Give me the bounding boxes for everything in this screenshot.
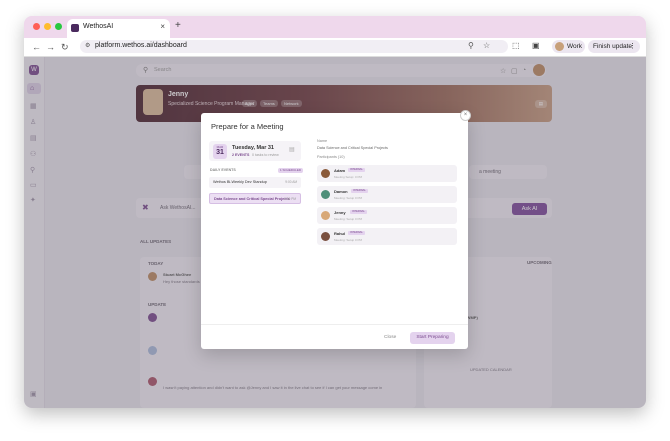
- date-card: MAR 31 Tuesday, Mar 31 2 EVENTS 0 tasks …: [209, 141, 301, 161]
- event-time: 2:00 PM: [284, 197, 296, 201]
- browser-toolbar: ← → ↻ ⚙ platform.wethos.ai/dashboard ⚲ ☆…: [24, 38, 646, 57]
- event-item-selected[interactable]: Data Science and Critical Special Projec…: [209, 193, 301, 204]
- forward-icon[interactable]: →: [46, 41, 55, 53]
- participant-card[interactable]: Damon INTERNAL Meeting: Setup 0 PM: [317, 186, 457, 203]
- more-menu-icon[interactable]: ⋮: [629, 42, 636, 50]
- back-icon[interactable]: ←: [32, 41, 41, 53]
- participant-avatar: [321, 211, 330, 220]
- tab-close-icon[interactable]: ×: [160, 22, 165, 31]
- participant-status: Meeting Setup: 0 PM: [334, 175, 363, 179]
- browser-window: WethosAI × + ← → ↻ ⚙ platform.wethos.ai/…: [24, 16, 646, 408]
- participant-name: Damon: [334, 189, 348, 194]
- side-panel-icon[interactable]: ▣: [532, 41, 540, 50]
- participant-status: Meeting: Setup 0 PM: [334, 217, 363, 221]
- date-badge: MAR 31: [213, 144, 227, 159]
- participant-status: Meeting: Setup 0 PM: [334, 196, 363, 200]
- bookmark-star-icon[interactable]: ☆: [483, 41, 490, 50]
- date-full: Tuesday, Mar 31: [232, 145, 274, 151]
- wethos-favicon-icon: [71, 24, 79, 32]
- calendar-icon[interactable]: ▤: [289, 146, 295, 153]
- profile-button[interactable]: Work: [552, 40, 585, 53]
- prepare-meeting-modal: Prepare for a Meeting × MAR 31 Tuesday, …: [201, 110, 471, 349]
- finish-update-button[interactable]: Finish update ⋮: [588, 40, 640, 53]
- participant-card[interactable]: Adam INTERNAL Meeting Setup: 0 PM: [317, 165, 457, 182]
- event-name: Wethos Bi-Weekly Dev Standup: [213, 180, 267, 184]
- extensions-icon[interactable]: ⬚: [512, 41, 520, 50]
- address-bar[interactable]: ⚙ platform.wethos.ai/dashboard ⚲ ☆: [80, 40, 508, 53]
- events-chip: 1 SCHEDULED: [278, 168, 304, 173]
- tab-title: WethosAI: [83, 23, 114, 30]
- participant-badge: INTERNAL: [350, 210, 367, 214]
- date-events-count: 2 EVENTS: [232, 153, 250, 157]
- minimize-window-button[interactable]: [44, 23, 51, 30]
- new-tab-button[interactable]: +: [175, 20, 181, 31]
- site-settings-icon[interactable]: ⚙: [85, 42, 90, 49]
- app-viewport: W ⌂ ▦ ♙ ▤ ⚇ ⚲ ▭ ✦ ▣ ⚲ Search ☆ ▢ ◔ Jenny…: [24, 57, 646, 408]
- finish-update-label: Finish update: [593, 43, 633, 50]
- url-text: platform.wethos.ai/dashboard: [95, 42, 187, 49]
- modal-footer-divider: [201, 324, 468, 325]
- date-status: 0 tasks to review: [252, 153, 279, 157]
- events-label: DAILY EVENTS: [210, 168, 236, 172]
- participant-status: Meeting: Setup 0 PM: [334, 238, 363, 242]
- participant-name: Rahul: [334, 231, 346, 236]
- zoom-icon[interactable]: ⚲: [468, 41, 474, 50]
- close-window-button[interactable]: [33, 23, 40, 30]
- reload-icon[interactable]: ↻: [61, 41, 69, 53]
- participant-badge: INTERNAL: [348, 168, 365, 172]
- participant-card[interactable]: Rahul INTERNAL Meeting: Setup 0 PM: [317, 228, 457, 245]
- maximize-window-button[interactable]: [55, 23, 62, 30]
- browser-tab[interactable]: WethosAI ×: [67, 19, 170, 38]
- tab-bar: WethosAI × +: [24, 16, 646, 38]
- participant-name: Jenny: [334, 210, 346, 215]
- start-preparing-button[interactable]: Start Preparing: [410, 332, 455, 344]
- participant-badge: INTERNAL: [348, 231, 365, 235]
- modal-title: Prepare for a Meeting: [211, 122, 284, 131]
- profile-avatar: [555, 42, 564, 51]
- participants-label: Participants (10): [317, 155, 345, 159]
- close-button[interactable]: Close: [384, 335, 396, 340]
- meeting-name: Data Science and Critical Special Projec…: [317, 146, 388, 150]
- participant-avatar: [321, 169, 330, 178]
- profile-label: Work: [567, 43, 583, 50]
- event-name: Data Science and Critical Special Projec…: [214, 197, 290, 201]
- event-item[interactable]: Wethos Bi-Weekly Dev Standup 9:00 AM: [209, 177, 301, 188]
- participant-badge: INTERNAL: [351, 189, 368, 193]
- participant-card[interactable]: Jenny INTERNAL Meeting: Setup 0 PM: [317, 207, 457, 224]
- close-icon[interactable]: ×: [460, 110, 471, 121]
- participant-avatar: [321, 232, 330, 241]
- event-time: 9:00 AM: [285, 180, 297, 184]
- participant-avatar: [321, 190, 330, 199]
- date-day: 31: [216, 149, 224, 156]
- participant-name: Adam: [334, 168, 346, 173]
- name-label: Name: [317, 139, 328, 143]
